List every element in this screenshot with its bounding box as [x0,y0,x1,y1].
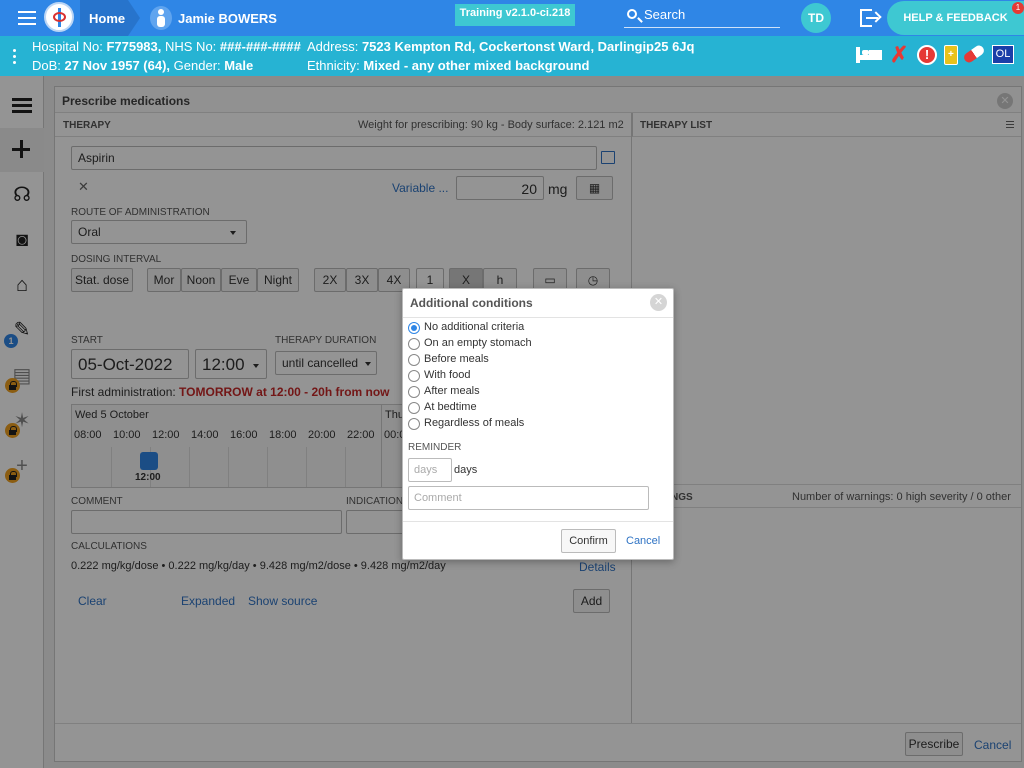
radio-button[interactable] [408,338,420,350]
additional-conditions-modal: Additional conditions ✕ No additional cr… [402,288,674,560]
modal-footer-divider [403,521,673,522]
alert-exclamation-icon[interactable]: ! [917,45,937,65]
patient-demographics: DoB: 27 Nov 1957 (64), Gender: Male [32,58,253,73]
reminder-days-input[interactable]: days [408,458,452,482]
training-version-badge: Training v2.1.0-ci.218 [455,4,575,26]
patient-ids: Hospital No: F775983, NHS No: ###-###-##… [32,39,301,54]
patient-banner: Hospital No: F775983, NHS No: ###-###-##… [0,36,1024,76]
home-label[interactable]: Home [89,11,125,26]
condition-comment-input[interactable]: Comment [408,486,649,510]
ethnicity-value: Mixed - any other mixed background [363,58,590,73]
nhs-no: ###-###-#### [219,39,301,54]
app-logo[interactable] [44,2,74,32]
address-label: Address: [307,39,359,54]
search-icon [627,9,637,19]
medication-bottle-icon[interactable] [944,45,958,65]
modal-title: Additional conditions [410,296,533,310]
modal-cancel-link[interactable]: Cancel [626,535,660,547]
confirm-button[interactable]: Confirm [561,529,616,553]
radio-button[interactable] [408,418,420,430]
dob-label: DoB: [32,58,61,73]
ol-badge[interactable]: OL [992,45,1014,64]
patient-icon [150,6,172,30]
hospital-no: F775983, [106,39,162,54]
radio-button[interactable] [408,354,420,366]
patient-ethnicity: Ethnicity: Mixed - any other mixed backg… [307,58,589,73]
radio-button[interactable] [408,322,420,334]
help-notification-badge: 1 [1012,2,1024,14]
reminder-days-unit: days [454,464,478,476]
close-icon[interactable]: ✕ [650,294,667,311]
logout-icon[interactable] [860,9,880,27]
top-nav: Home Jamie BOWERS Training v2.1.0-ci.218… [0,0,1024,36]
user-avatar[interactable]: TD [801,3,831,33]
patient-address: Address: 7523 Kempton Rd, Cockertonst Wa… [307,39,694,54]
bed-icon[interactable] [856,45,882,65]
ethnicity-label: Ethnicity: [307,58,360,73]
patient-name[interactable]: Jamie BOWERS [178,11,277,26]
search-label: Search [644,7,686,22]
kebab-menu-icon[interactable] [13,49,17,65]
hamburger-menu-icon[interactable] [18,11,36,25]
address-value: 7523 Kempton Rd, Cockertonst Ward, Darli… [361,39,695,54]
reminder-label: REMINDER [408,442,462,453]
radio-button[interactable] [408,370,420,382]
radio-button[interactable] [408,386,420,398]
radio-button[interactable] [408,402,420,414]
app-root: Home Jamie BOWERS Training v2.1.0-ci.218… [0,0,1024,768]
modal-divider [403,317,673,318]
allergy-x-icon[interactable]: ✗ [890,44,908,66]
help-feedback-button[interactable]: HELP & FEEDBACK [887,1,1024,35]
hospital-no-label: Hospital No: [32,39,103,54]
patient-alerts: ✗ ! OL [856,43,1016,67]
dob-value: 27 Nov 1957 (64), [64,58,171,73]
pill-icon[interactable] [962,43,986,65]
nhs-no-label: NHS No: [165,39,217,54]
search-box[interactable]: Search [624,6,780,28]
gender-value: Male [224,58,254,73]
gender-label: Gender: [173,58,221,73]
